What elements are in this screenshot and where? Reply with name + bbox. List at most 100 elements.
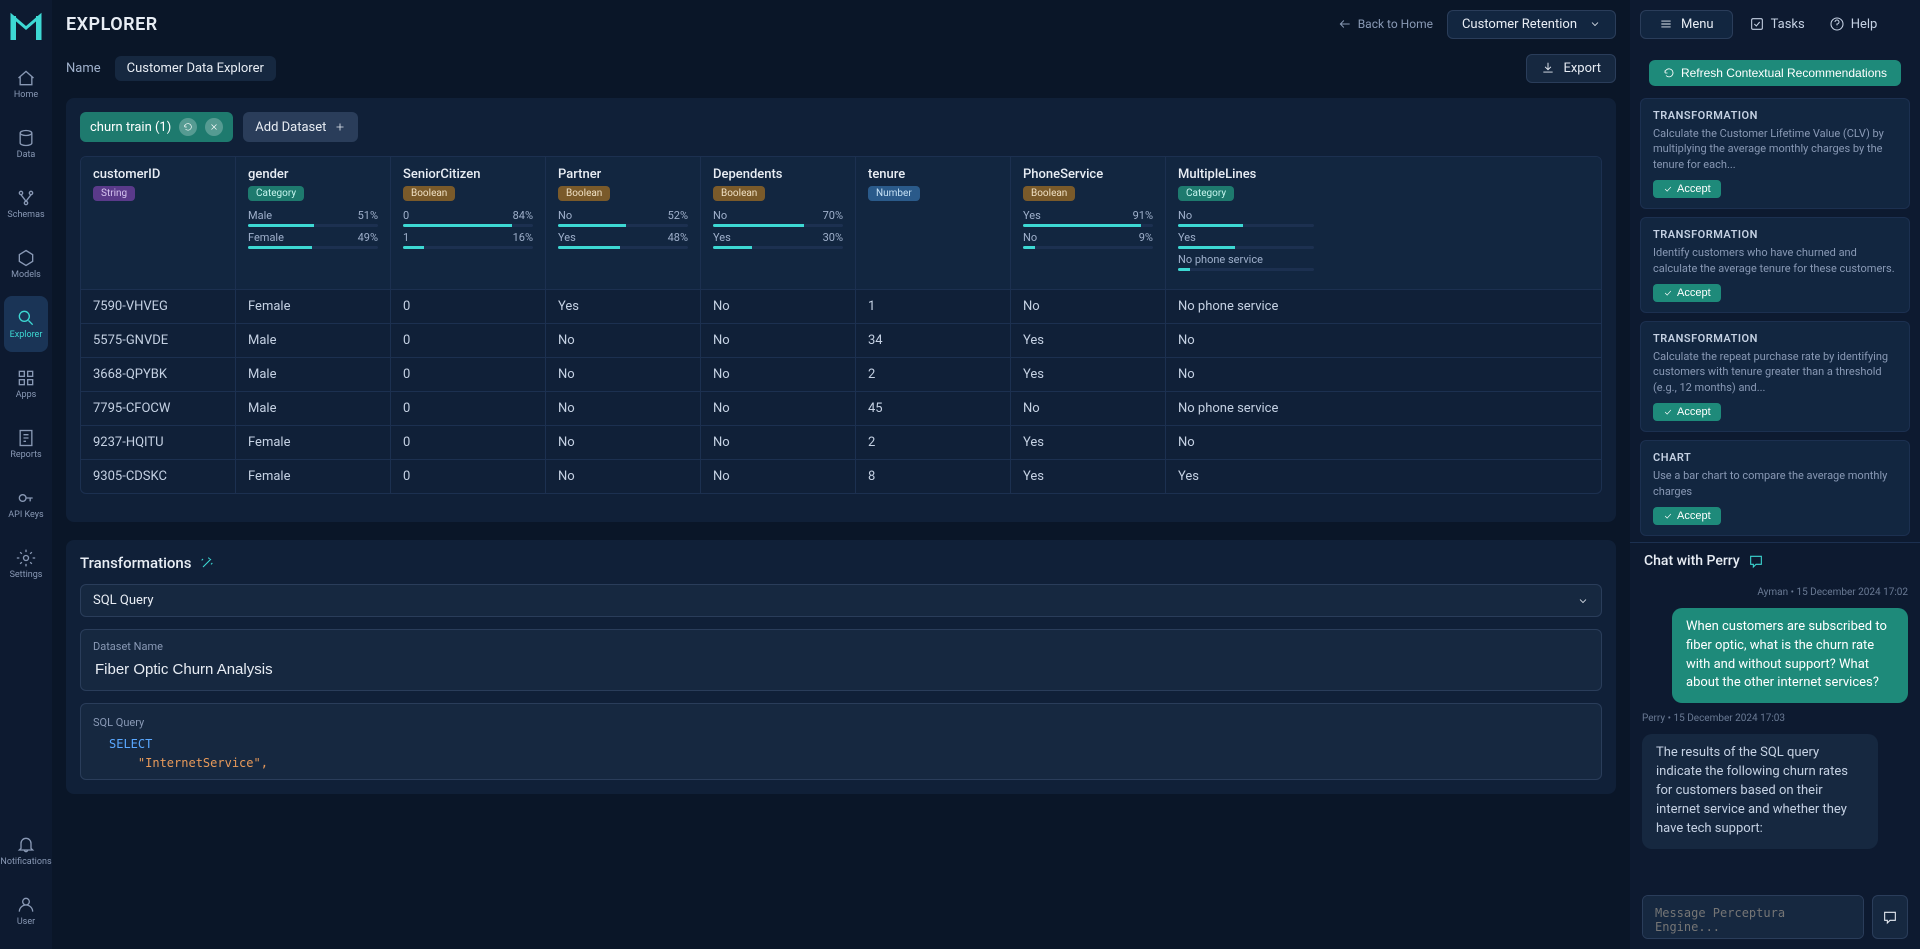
table-cell: No <box>1011 392 1166 425</box>
add-dataset-button[interactable]: Add Dataset <box>243 112 358 142</box>
wand-icon <box>199 555 215 571</box>
back-link[interactable]: Back to Home <box>1338 17 1433 31</box>
sidebar-item-explorer[interactable]: Explorer <box>4 296 48 352</box>
table-cell: 45 <box>856 392 1011 425</box>
sidebar-item-schemas[interactable]: Schemas <box>4 176 48 232</box>
user-msg-meta: Ayman • 15 December 2024 17:02 <box>1642 587 1908 598</box>
table-row[interactable]: 5575-GNVDEMale0NoNo34YesNo <box>81 323 1601 357</box>
retention-dropdown[interactable]: Customer Retention <box>1447 10 1616 39</box>
table-cell: No <box>1166 426 1326 459</box>
dist-row: No52% <box>558 209 688 227</box>
table-row[interactable]: 7590-VHVEGFemale0YesNo1NoNo phone servic… <box>81 289 1601 323</box>
name-value[interactable]: Customer Data Explorer <box>115 56 276 81</box>
chat-header: Chat with Perry <box>1630 543 1920 579</box>
chat-icon <box>1748 553 1764 569</box>
dist-row: No9% <box>1023 231 1153 249</box>
dist-row: Yes <box>1178 231 1314 249</box>
refresh-recommendations-button[interactable]: Refresh Contextual Recommendations <box>1649 60 1901 86</box>
table-cell: 5575-GNVDE <box>81 324 236 357</box>
table-cell: No <box>1166 358 1326 391</box>
table-cell: 0 <box>391 358 546 391</box>
sidebar-item-models[interactable]: Models <box>4 236 48 292</box>
table-cell: No <box>701 324 856 357</box>
accept-button[interactable]: Accept <box>1653 403 1721 421</box>
table-cell: Yes <box>1011 324 1166 357</box>
chip-refresh-icon[interactable] <box>179 118 197 136</box>
sidebar-item-settings[interactable]: Settings <box>4 536 48 592</box>
sidebar-item-reports[interactable]: Reports <box>4 416 48 472</box>
app-logo[interactable] <box>6 8 46 48</box>
table-cell: 0 <box>391 392 546 425</box>
column-name: tenure <box>868 167 998 182</box>
sidebar-item-user[interactable]: User <box>4 883 48 939</box>
dataset-name-input[interactable] <box>81 653 1601 686</box>
check-icon <box>1663 184 1673 194</box>
sidebar-item-apikeys[interactable]: API Keys <box>4 476 48 532</box>
table-cell: No <box>546 324 701 357</box>
column-header[interactable]: PartnerBooleanNo52%Yes48% <box>546 157 701 289</box>
table-cell: 34 <box>856 324 1011 357</box>
table-cell: Male <box>236 324 391 357</box>
export-button[interactable]: Export <box>1526 54 1616 83</box>
tasks-button[interactable]: Tasks <box>1741 16 1813 32</box>
chat-input[interactable] <box>1642 895 1864 939</box>
table-cell: Male <box>236 358 391 391</box>
rec-description: Use a bar chart to compare the average m… <box>1653 468 1897 499</box>
menu-icon <box>1659 17 1673 31</box>
chat-send-button[interactable] <box>1872 895 1908 939</box>
recommendation-card: TRANSFORMATIONCalculate the repeat purch… <box>1640 321 1910 432</box>
sidebar-item-notifications[interactable]: Notifications <box>4 823 48 879</box>
dist-row: 116% <box>403 231 533 249</box>
check-icon <box>1663 511 1673 521</box>
dist-row: 084% <box>403 209 533 227</box>
table-cell: 0 <box>391 324 546 357</box>
column-header[interactable]: tenureNumber <box>856 157 1011 289</box>
rec-description: Calculate the repeat purchase rate by id… <box>1653 349 1897 395</box>
dist-row: No70% <box>713 209 843 227</box>
data-table: customerIDStringgenderCategoryMale51%Fem… <box>80 156 1602 494</box>
sql-query-field[interactable]: SQL Query SELECT "InternetService", <box>80 703 1602 780</box>
query-type-dropdown[interactable]: SQL Query <box>80 584 1602 617</box>
perry-msg-meta: Perry • 15 December 2024 17:03 <box>1642 713 1908 724</box>
column-name: PhoneService <box>1023 167 1153 182</box>
column-header[interactable]: customerIDString <box>81 157 236 289</box>
dist-row: No <box>1178 209 1314 227</box>
rec-description: Identify customers who have churned and … <box>1653 245 1897 276</box>
nav-label: Notifications <box>0 857 51 867</box>
column-header[interactable]: DependentsBooleanNo70%Yes30% <box>701 157 856 289</box>
table-cell: 0 <box>391 426 546 459</box>
table-cell: 9237-HQITU <box>81 426 236 459</box>
table-cell: 2 <box>856 426 1011 459</box>
table-cell: No <box>546 426 701 459</box>
table-row[interactable]: 7795-CFOCWMale0NoNo45NoNo phone service <box>81 391 1601 425</box>
accept-button[interactable]: Accept <box>1653 180 1721 198</box>
chip-close-icon[interactable] <box>205 118 223 136</box>
nav-label: Apps <box>16 390 37 400</box>
table-cell: Female <box>236 426 391 459</box>
sidebar-item-data[interactable]: Data <box>4 116 48 172</box>
accept-button[interactable]: Accept <box>1653 284 1721 302</box>
nav-label: API Keys <box>8 510 43 520</box>
recommendation-card: CHARTUse a bar chart to compare the aver… <box>1640 440 1910 536</box>
nav-label: User <box>17 917 35 927</box>
table-row[interactable]: 3668-QPYBKMale0NoNo2YesNo <box>81 357 1601 391</box>
table-cell: 0 <box>391 290 546 323</box>
menu-button[interactable]: Menu <box>1640 10 1733 39</box>
table-row[interactable]: 9237-HQITUFemale0NoNo2YesNo <box>81 425 1601 459</box>
column-header[interactable]: SeniorCitizenBoolean084%116% <box>391 157 546 289</box>
perry-message: The results of the SQL query indicate th… <box>1642 734 1878 848</box>
dataset-name-field[interactable]: Dataset Name <box>80 629 1602 691</box>
column-header[interactable]: genderCategoryMale51%Female49% <box>236 157 391 289</box>
table-cell: No <box>701 426 856 459</box>
table-cell: No <box>701 290 856 323</box>
column-header[interactable]: PhoneServiceBooleanYes91%No9% <box>1011 157 1166 289</box>
dist-row: Yes30% <box>713 231 843 249</box>
sidebar-item-apps[interactable]: Apps <box>4 356 48 412</box>
check-icon <box>1663 288 1673 298</box>
column-header[interactable]: MultipleLinesCategoryNoYesNo phone servi… <box>1166 157 1326 289</box>
help-button[interactable]: Help <box>1821 16 1886 32</box>
sidebar-item-home[interactable]: Home <box>4 56 48 112</box>
table-row[interactable]: 9305-CDSKCFemale0NoNo8YesYes <box>81 459 1601 493</box>
accept-button[interactable]: Accept <box>1653 507 1721 525</box>
dist-row: Yes48% <box>558 231 688 249</box>
